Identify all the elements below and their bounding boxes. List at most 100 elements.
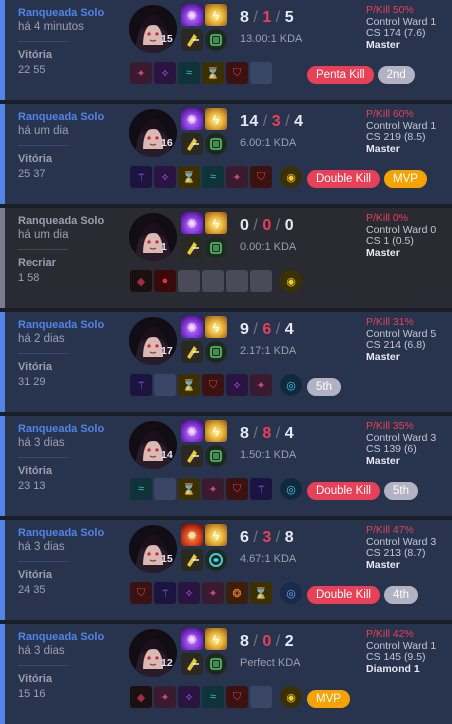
sorcerer-boots-icon[interactable]: ⛉	[250, 166, 272, 188]
match-duration: 22 55	[18, 64, 46, 76]
void-staff-icon[interactable]: ⚚	[154, 582, 176, 604]
void-staff-icon[interactable]: ⚚	[250, 478, 272, 500]
yellow-trinket-icon[interactable]: ◉	[280, 270, 302, 292]
shadowflame-icon[interactable]: ✦	[250, 374, 272, 396]
dark-harvest-icon[interactable]: ✺	[181, 628, 203, 650]
champion-portrait[interactable]	[129, 421, 177, 469]
void-staff-icon[interactable]: ⚚	[130, 374, 152, 396]
secondary-rune-icon[interactable]	[205, 549, 227, 571]
zhonya-icon[interactable]: ⌛	[202, 62, 224, 84]
flash-icon[interactable]: ϟ	[205, 420, 227, 442]
match-stats: P/Kill 31% Control Ward 5 CS 214 (6.8) Mast…	[366, 316, 436, 363]
shadowflame-icon[interactable]: ✦	[202, 582, 224, 604]
dark-harvest-icon[interactable]: ✺	[181, 108, 203, 130]
divider	[18, 145, 68, 146]
keystone-rune-icon[interactable]	[181, 549, 203, 571]
flash-icon[interactable]: ϟ	[205, 108, 227, 130]
zhonya-icon[interactable]: ⌛	[178, 166, 200, 188]
secondary-rune-icon[interactable]	[205, 445, 227, 467]
sorcerer-boots-icon[interactable]: ⛉	[226, 62, 248, 84]
match-card[interactable]: Ranqueada Solo há um dia Recriar 1 58 1 ✺ ϟ 0/0…	[0, 208, 452, 308]
sorcerer-boots-icon[interactable]: ⛉	[202, 374, 224, 396]
match-result: Vitória	[18, 49, 53, 61]
secondary-rune-icon[interactable]	[205, 341, 227, 363]
lich-bane-icon[interactable]: ✧	[154, 62, 176, 84]
kda-ratio: 2.17:1 KDA	[240, 345, 297, 357]
sorcerer-boots-icon[interactable]: ⛉	[226, 478, 248, 500]
secondary-rune-icon[interactable]	[205, 133, 227, 155]
champion-portrait[interactable]	[129, 525, 177, 573]
match-card[interactable]: Ranqueada Solo há 2 dias Vitória 31 29 17 ✺ ϟ 9…	[0, 312, 452, 412]
flash-icon[interactable]: ϟ	[205, 524, 227, 546]
lich-bane-icon[interactable]: ✧	[178, 582, 200, 604]
flash-icon[interactable]: ϟ	[205, 316, 227, 338]
queue-type: Ranqueada Solo	[18, 215, 105, 227]
stormsurge-icon[interactable]: ≈	[202, 686, 224, 708]
oracle-lens-icon[interactable]: ◎	[280, 478, 302, 500]
flash-icon[interactable]: ϟ	[205, 212, 227, 234]
oracle-lens-icon[interactable]: ◎	[280, 374, 302, 396]
kda-separator: /	[275, 529, 281, 546]
match-card[interactable]: Ranqueada Solo há 3 dias Vitória 15 16 12 ✺ ϟ 8…	[0, 624, 452, 724]
void-staff-icon[interactable]: ⚚	[130, 166, 152, 188]
secondary-rune-icon[interactable]	[205, 237, 227, 259]
secondary-rune-icon[interactable]	[205, 653, 227, 675]
assists: 4	[284, 425, 295, 442]
stormsurge-icon[interactable]: ≈	[202, 166, 224, 188]
keystone-rune-icon[interactable]	[181, 133, 203, 155]
dark-seal-icon[interactable]: ◆	[130, 270, 152, 292]
kda-separator: /	[285, 113, 291, 130]
keystone-rune-icon[interactable]	[181, 341, 203, 363]
match-card[interactable]: Ranqueada Solo há 3 dias Vitória 23 13 14 ✺ ϟ 8…	[0, 416, 452, 516]
keystone-rune-icon[interactable]	[181, 237, 203, 259]
dark-harvest-icon[interactable]: ✺	[181, 420, 203, 442]
shadowflame-icon[interactable]: ✦	[226, 166, 248, 188]
stormsurge-icon[interactable]: ≈	[178, 62, 200, 84]
flash-icon[interactable]: ϟ	[205, 628, 227, 650]
empty-item-slot	[154, 374, 176, 396]
secondary-rune-icon[interactable]	[205, 29, 227, 51]
champion-portrait[interactable]	[129, 213, 177, 261]
lich-bane-icon[interactable]: ✧	[178, 686, 200, 708]
kda-separator: /	[275, 217, 281, 234]
farsight-icon[interactable]: ◎	[280, 582, 302, 604]
shadowflame-icon[interactable]: ✦	[130, 62, 152, 84]
health-potion-icon[interactable]: ●	[154, 270, 176, 292]
champion-portrait[interactable]	[129, 317, 177, 365]
keystone-rune-icon[interactable]	[181, 653, 203, 675]
deaths: 6	[262, 321, 272, 338]
badge-row: Double Kill MVP	[307, 170, 427, 188]
empty-item-slot	[250, 62, 272, 84]
nashor-tooth-icon[interactable]: ❂	[226, 582, 248, 604]
dark-seal-icon[interactable]: ◆	[130, 686, 152, 708]
dark-harvest-icon[interactable]: ✺	[181, 212, 203, 234]
zhonya-icon[interactable]: ⌛	[178, 374, 200, 396]
yellow-trinket-icon[interactable]: ◉	[280, 166, 302, 188]
match-card[interactable]: Ranqueada Solo há um dia Vitória 25 37 16 ✺ ϟ 1…	[0, 104, 452, 204]
dark-harvest-icon[interactable]: ✺	[181, 316, 203, 338]
yellow-trinket-icon[interactable]: ◉	[280, 686, 302, 708]
placement-badge: 2nd	[377, 66, 415, 84]
keystone-rune-icon[interactable]	[181, 445, 203, 467]
flash-icon[interactable]: ϟ	[205, 4, 227, 26]
lich-bane-icon[interactable]: ✧	[154, 166, 176, 188]
zhonya-icon[interactable]: ⌛	[178, 478, 200, 500]
champion-portrait[interactable]	[129, 109, 177, 157]
champion-portrait[interactable]	[129, 5, 177, 53]
shadowflame-icon[interactable]: ✦	[202, 478, 224, 500]
deaths: 3	[262, 529, 272, 546]
stormsurge-icon[interactable]: ≈	[130, 478, 152, 500]
sorcerer-boots-icon[interactable]: ⛉	[226, 686, 248, 708]
kill-participation: P/Kill 47%	[366, 524, 414, 536]
queue-type: Ranqueada Solo	[18, 631, 105, 643]
keystone-rune-icon[interactable]	[181, 29, 203, 51]
sorcerer-boots-icon[interactable]: ⛉	[130, 582, 152, 604]
match-card[interactable]: Ranqueada Solo há 3 dias Vitória 24 35 15 ✹ ϟ 6…	[0, 520, 452, 620]
ignite-icon[interactable]: ✹	[181, 524, 203, 546]
match-card[interactable]: Ranqueada Solo há 4 minutos Vitória 22 55 15…	[0, 0, 452, 100]
champion-portrait[interactable]	[129, 629, 177, 677]
shadowflame-icon[interactable]: ✦	[154, 686, 176, 708]
lich-bane-icon[interactable]: ✧	[226, 374, 248, 396]
zhonya-icon[interactable]: ⌛	[250, 582, 272, 604]
dark-harvest-icon[interactable]: ✺	[181, 4, 203, 26]
